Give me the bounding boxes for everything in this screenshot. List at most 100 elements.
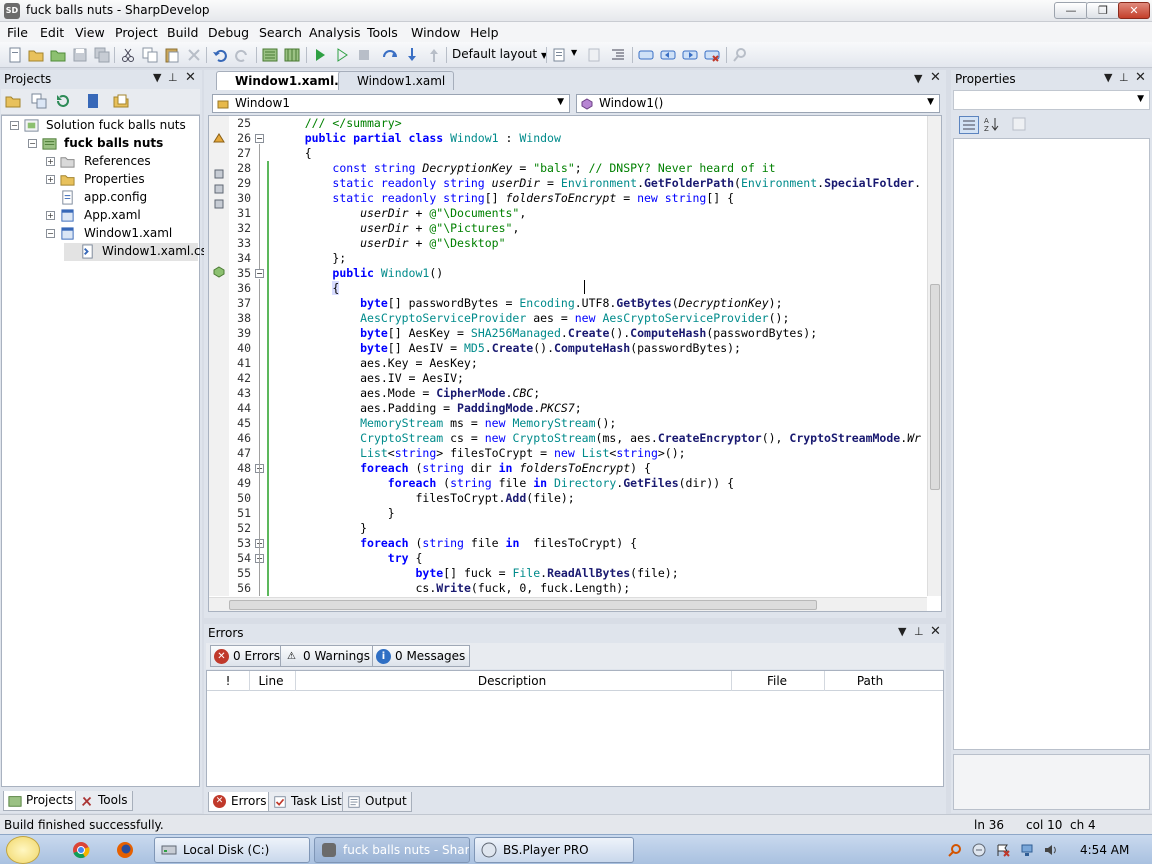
fold-toggle-icon[interactable]: − xyxy=(255,134,264,143)
clock[interactable]: 4:54 AM xyxy=(1080,843,1129,857)
collapse-icon[interactable]: − xyxy=(10,121,19,130)
collapse-all-icon[interactable] xyxy=(31,93,47,109)
search-tray-icon[interactable] xyxy=(948,843,962,857)
menu-build[interactable]: Build xyxy=(167,25,198,40)
menu-debug[interactable]: Debug xyxy=(208,25,249,40)
open-file-icon[interactable] xyxy=(28,47,44,63)
pane-dropdown-icon[interactable]: ▼ xyxy=(1104,71,1112,84)
tab-window1-xaml[interactable]: Window1.xaml xyxy=(338,71,455,90)
pin-icon[interactable]: ⊥ xyxy=(168,71,178,84)
tree-item-solution[interactable]: − Solution fuck balls nuts xyxy=(10,117,198,135)
messages-filter-button[interactable]: i 0 Messages xyxy=(372,645,471,667)
expand-icon[interactable]: + xyxy=(46,211,55,220)
menu-search[interactable]: Search xyxy=(259,25,302,40)
save-icon[interactable] xyxy=(72,47,88,63)
step-out-icon[interactable] xyxy=(426,47,442,63)
run-icon[interactable] xyxy=(312,47,328,63)
volume-icon[interactable] xyxy=(1044,843,1058,857)
layout-dropdown[interactable]: Default layout ▼ xyxy=(452,47,547,61)
tab-output[interactable]: Output xyxy=(342,792,412,812)
expand-icon[interactable]: + xyxy=(46,157,55,166)
column-header-severity[interactable]: ! xyxy=(207,674,249,688)
cut-icon[interactable] xyxy=(120,47,136,63)
run-without-debugger-icon[interactable] xyxy=(334,47,350,63)
column-header-description[interactable]: Description xyxy=(295,674,729,688)
collapse-icon[interactable]: − xyxy=(46,229,55,238)
action-center-icon[interactable] xyxy=(996,843,1010,857)
tree-item-properties[interactable]: + Properties xyxy=(46,171,198,189)
chrome-icon[interactable] xyxy=(72,841,90,859)
open-folder-icon[interactable] xyxy=(113,93,129,109)
menu-analysis[interactable]: Analysis xyxy=(309,25,361,40)
stop-icon[interactable] xyxy=(356,47,372,63)
property-pages-icon[interactable] xyxy=(1011,116,1027,132)
close-icon[interactable]: ✕ xyxy=(1135,70,1146,85)
column-header-file[interactable]: File xyxy=(731,674,823,688)
pane-dropdown-icon[interactable]: ▼ xyxy=(898,625,906,638)
bookmark-icon[interactable] xyxy=(552,47,568,63)
menu-project[interactable]: Project xyxy=(115,25,158,40)
menu-file[interactable]: File xyxy=(7,25,28,40)
horizontal-scrollbar[interactable] xyxy=(209,597,927,611)
toggle-bookmark-icon[interactable] xyxy=(638,47,654,63)
errors-filter-button[interactable]: ✕ 0 Errors xyxy=(210,645,285,667)
taskbar-button-local-disk[interactable]: Local Disk (C:) xyxy=(154,837,310,863)
tree-item-app-xaml[interactable]: + App.xaml xyxy=(46,207,198,225)
properties-icon[interactable] xyxy=(85,93,101,109)
class-combo[interactable]: Window1 ▼ xyxy=(212,94,570,113)
tab-errors[interactable]: ✕ Errors xyxy=(208,792,272,812)
column-header-path[interactable]: Path xyxy=(824,674,916,688)
warnings-filter-button[interactable]: ⚠ 0 Warnings xyxy=(280,645,376,667)
minimize-button[interactable]: — xyxy=(1054,2,1088,19)
scrollbar-thumb[interactable] xyxy=(229,600,817,610)
expand-icon[interactable]: + xyxy=(46,175,55,184)
pane-dropdown-icon[interactable]: ▼ xyxy=(153,71,161,84)
fold-toggle-icon[interactable]: − xyxy=(255,269,264,278)
scrollbar-thumb[interactable] xyxy=(930,284,940,490)
menu-edit[interactable]: Edit xyxy=(40,25,64,40)
menu-help[interactable]: Help xyxy=(470,25,499,40)
vertical-scrollbar[interactable] xyxy=(927,116,941,596)
tree-item-references[interactable]: + References xyxy=(46,153,198,171)
tree-item-project[interactable]: − fuck balls nuts xyxy=(28,135,198,153)
network-icon[interactable] xyxy=(1020,843,1034,857)
next-bookmark-icon[interactable] xyxy=(682,47,698,63)
indent-icon[interactable] xyxy=(610,47,626,63)
paste-icon[interactable] xyxy=(164,47,180,63)
tree-item-app-config[interactable]: app.config xyxy=(46,189,198,207)
taskbar-button-bsplayer[interactable]: BS.Player PRO xyxy=(474,837,634,863)
new-file-icon[interactable] xyxy=(7,47,23,63)
save-all-icon[interactable] xyxy=(94,47,110,63)
undo-icon[interactable] xyxy=(212,47,228,63)
close-icon[interactable]: ✕ xyxy=(185,70,196,85)
step-into-icon[interactable] xyxy=(404,47,420,63)
clear-bookmarks-icon[interactable] xyxy=(704,47,720,63)
build-icon[interactable] xyxy=(262,47,278,63)
code-editor[interactable]: 25 26 27 28 29 30 31 32 33 34 35 36 37 3… xyxy=(208,115,942,612)
copy-icon[interactable] xyxy=(142,47,158,63)
maximize-button[interactable]: ❐ xyxy=(1086,2,1120,19)
member-combo[interactable]: Window1() ▼ xyxy=(576,94,940,113)
comment-icon[interactable] xyxy=(586,47,602,63)
tree-item-window1-xaml[interactable]: − Window1.xaml xyxy=(46,225,198,243)
collapse-icon[interactable]: − xyxy=(28,139,37,148)
delete-icon[interactable] xyxy=(186,47,202,63)
add-item-icon[interactable] xyxy=(5,93,21,109)
document-list-dropdown-icon[interactable]: ▼ xyxy=(914,72,922,85)
close-window-button[interactable]: ✕ xyxy=(1118,2,1150,19)
tree-item-window1-xaml-cs[interactable]: Window1.xaml.cs xyxy=(64,243,207,261)
tab-projects[interactable]: Projects xyxy=(3,791,79,811)
previous-bookmark-icon[interactable] xyxy=(660,47,676,63)
build-solution-icon[interactable] xyxy=(284,47,300,63)
firefox-icon[interactable] xyxy=(116,841,134,859)
redo-icon[interactable] xyxy=(234,47,250,63)
menu-view[interactable]: View xyxy=(75,25,105,40)
pin-icon[interactable]: ⊥ xyxy=(1119,71,1129,84)
column-header-line[interactable]: Line xyxy=(249,674,293,688)
tab-tools[interactable]: Tools xyxy=(75,791,133,811)
sort-alphabetical-icon[interactable]: AZ xyxy=(983,116,999,132)
close-icon[interactable]: ✕ xyxy=(930,624,941,639)
menu-window[interactable]: Window xyxy=(411,25,460,40)
refresh-icon[interactable] xyxy=(55,93,71,109)
tray-icon[interactable] xyxy=(972,843,986,857)
